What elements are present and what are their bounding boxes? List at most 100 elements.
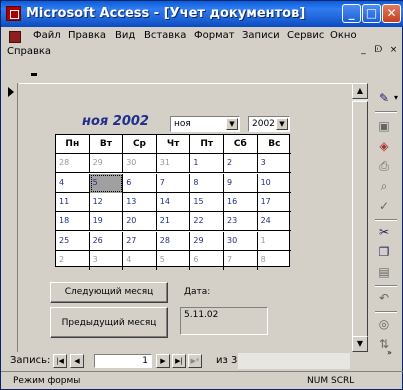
new-record-button[interactable]: ▶* (188, 354, 202, 368)
calendar-day-selected[interactable]: 5 (89, 173, 124, 193)
search-db-icon[interactable]: ◈ (375, 137, 393, 155)
prev-month-button[interactable]: Предыдущий месяц (50, 307, 168, 338)
close-button[interactable]: ✕ (382, 4, 401, 23)
toolbar-separator (375, 285, 397, 287)
chevron-down-icon[interactable]: ▼ (226, 118, 238, 130)
record-number-input[interactable]: 1 (94, 354, 152, 368)
maximize-button[interactable]: □ (362, 4, 381, 23)
prev-record-button[interactable]: ◀ (70, 354, 84, 368)
first-record-button[interactable]: |◀ (53, 354, 67, 368)
menu-view[interactable]: Вид (115, 30, 135, 41)
calendar-day[interactable]: 15 (190, 192, 224, 212)
hyperlink-icon[interactable]: ◎ (375, 315, 393, 333)
calendar-day[interactable]: 18 (56, 212, 90, 232)
horizontal-scrollbar[interactable] (238, 353, 350, 369)
calendar-day[interactable]: 3 (90, 251, 124, 271)
calendar-day[interactable]: 27 (123, 231, 157, 251)
weekday-header: Ср (123, 135, 157, 154)
calendar-day[interactable]: 10 (258, 174, 292, 193)
calendar-day[interactable]: 8 (258, 251, 292, 270)
calendar-day[interactable]: 19 (90, 212, 124, 232)
vertical-scrollbar[interactable]: ▲ ▼ (352, 83, 368, 352)
minimize-button[interactable]: _ (342, 4, 361, 23)
calendar-day[interactable]: 12 (90, 192, 124, 212)
chevron-down-icon[interactable]: ▼ (276, 118, 288, 130)
calendar-day[interactable]: 23 (224, 212, 258, 232)
calendar-day[interactable]: 1 (190, 154, 224, 174)
date-field[interactable]: 5.11.02 (180, 307, 268, 335)
calendar-day[interactable]: 30 (123, 154, 157, 174)
menu-format[interactable]: Формат (194, 30, 235, 41)
view-dropdown-icon[interactable]: ▾ (394, 93, 401, 102)
view-icon[interactable]: ✎ (375, 89, 393, 107)
mdi-restore-button[interactable]: ᗟ (373, 45, 384, 56)
menu-edit[interactable]: Правка (68, 30, 106, 41)
calendar-day[interactable]: 21 (157, 212, 191, 232)
calendar-day[interactable]: 7 (224, 251, 258, 271)
calendar-day[interactable]: 2 (224, 154, 258, 174)
menu-file[interactable]: Файл (33, 30, 61, 41)
calendar-day[interactable]: 28 (157, 231, 191, 251)
calendar-day[interactable]: 25 (56, 231, 90, 251)
mdi-minimize-button[interactable]: _ (358, 45, 369, 56)
calendar-weekday-row: Пн Вт Ср Чт Пт Сб Вс (56, 135, 291, 154)
calendar-day[interactable]: 24 (258, 212, 292, 231)
calendar-day[interactable]: 4 (123, 251, 157, 271)
record-count: из 3 (216, 355, 238, 366)
month-select[interactable]: ноя ▼ (170, 116, 240, 132)
menu-help[interactable]: Справка (7, 46, 51, 57)
calendar-day[interactable]: 1 (258, 232, 292, 251)
next-record-button[interactable]: ▶ (156, 354, 170, 368)
scroll-up-button[interactable]: ▲ (352, 83, 368, 99)
calendar-day[interactable]: 29 (90, 154, 124, 174)
calendar-day[interactable]: 30 (224, 231, 258, 251)
scroll-thumb[interactable] (352, 101, 368, 341)
calendar-day[interactable]: 29 (190, 231, 224, 251)
next-month-button[interactable]: Следующий месяц (50, 282, 168, 303)
calendar-day[interactable]: 4 (56, 173, 90, 193)
calendar-day[interactable]: 11 (56, 192, 90, 212)
title-bar[interactable]: Microsoft Access - [Учет документов] _ □… (1, 1, 403, 27)
calendar-day[interactable]: 31 (157, 154, 191, 174)
calendar-day[interactable]: 13 (123, 192, 157, 212)
calendar-day[interactable]: 2 (56, 251, 90, 271)
calendar-day[interactable]: 5 (157, 251, 191, 271)
calendar-day[interactable]: 28 (56, 154, 90, 174)
menu-records[interactable]: Записи (242, 30, 280, 41)
calendar-day[interactable]: 22 (190, 212, 224, 232)
record-selector[interactable] (5, 83, 18, 352)
calendar-day[interactable]: 3 (258, 154, 292, 173)
menu-insert[interactable]: Вставка (144, 30, 186, 41)
calendar-day[interactable]: 26 (90, 231, 124, 251)
toolbar-separator (375, 111, 397, 113)
scroll-down-button[interactable]: ▼ (352, 336, 368, 352)
access-app-icon[interactable] (6, 6, 21, 21)
print-preview-icon[interactable]: ⌕ (375, 177, 393, 195)
last-record-button[interactable]: ▶| (172, 354, 186, 368)
cut-icon[interactable]: ✂ (375, 223, 393, 241)
calendar-day[interactable]: 8 (190, 173, 224, 193)
weekday-header: Пт (190, 135, 224, 154)
paste-icon[interactable]: ▤ (375, 263, 393, 281)
calendar-month-title: ноя 2002 (82, 114, 149, 129)
calendar-day[interactable]: 20 (123, 212, 157, 232)
calendar-day[interactable]: 6 (190, 251, 224, 271)
calendar-day[interactable]: 6 (123, 173, 157, 193)
toolbar-dropdown-icon[interactable] (31, 73, 37, 76)
calendar-week-row: 28 29 30 31 1 2 3 (56, 154, 292, 174)
calendar-day[interactable]: 16 (224, 192, 258, 212)
print-icon[interactable]: ⎙ (375, 157, 393, 175)
copy-icon[interactable]: ❐ (375, 243, 393, 261)
menu-tools[interactable]: Сервис (287, 30, 324, 41)
calendar-day[interactable]: 17 (258, 193, 292, 212)
spelling-icon[interactable]: ✓ (375, 197, 393, 215)
calendar-day[interactable]: 7 (157, 173, 191, 193)
save-icon[interactable]: ▣ (375, 117, 393, 135)
calendar-day[interactable]: 14 (157, 192, 191, 212)
undo-icon[interactable]: ↶ (375, 289, 393, 307)
mdi-close-button[interactable]: × (388, 45, 399, 56)
form-doc-icon[interactable] (9, 31, 21, 43)
calendar-day[interactable]: 9 (224, 173, 258, 193)
year-select[interactable]: 2002 ▼ (248, 116, 290, 132)
menu-window[interactable]: Окно (330, 30, 357, 41)
